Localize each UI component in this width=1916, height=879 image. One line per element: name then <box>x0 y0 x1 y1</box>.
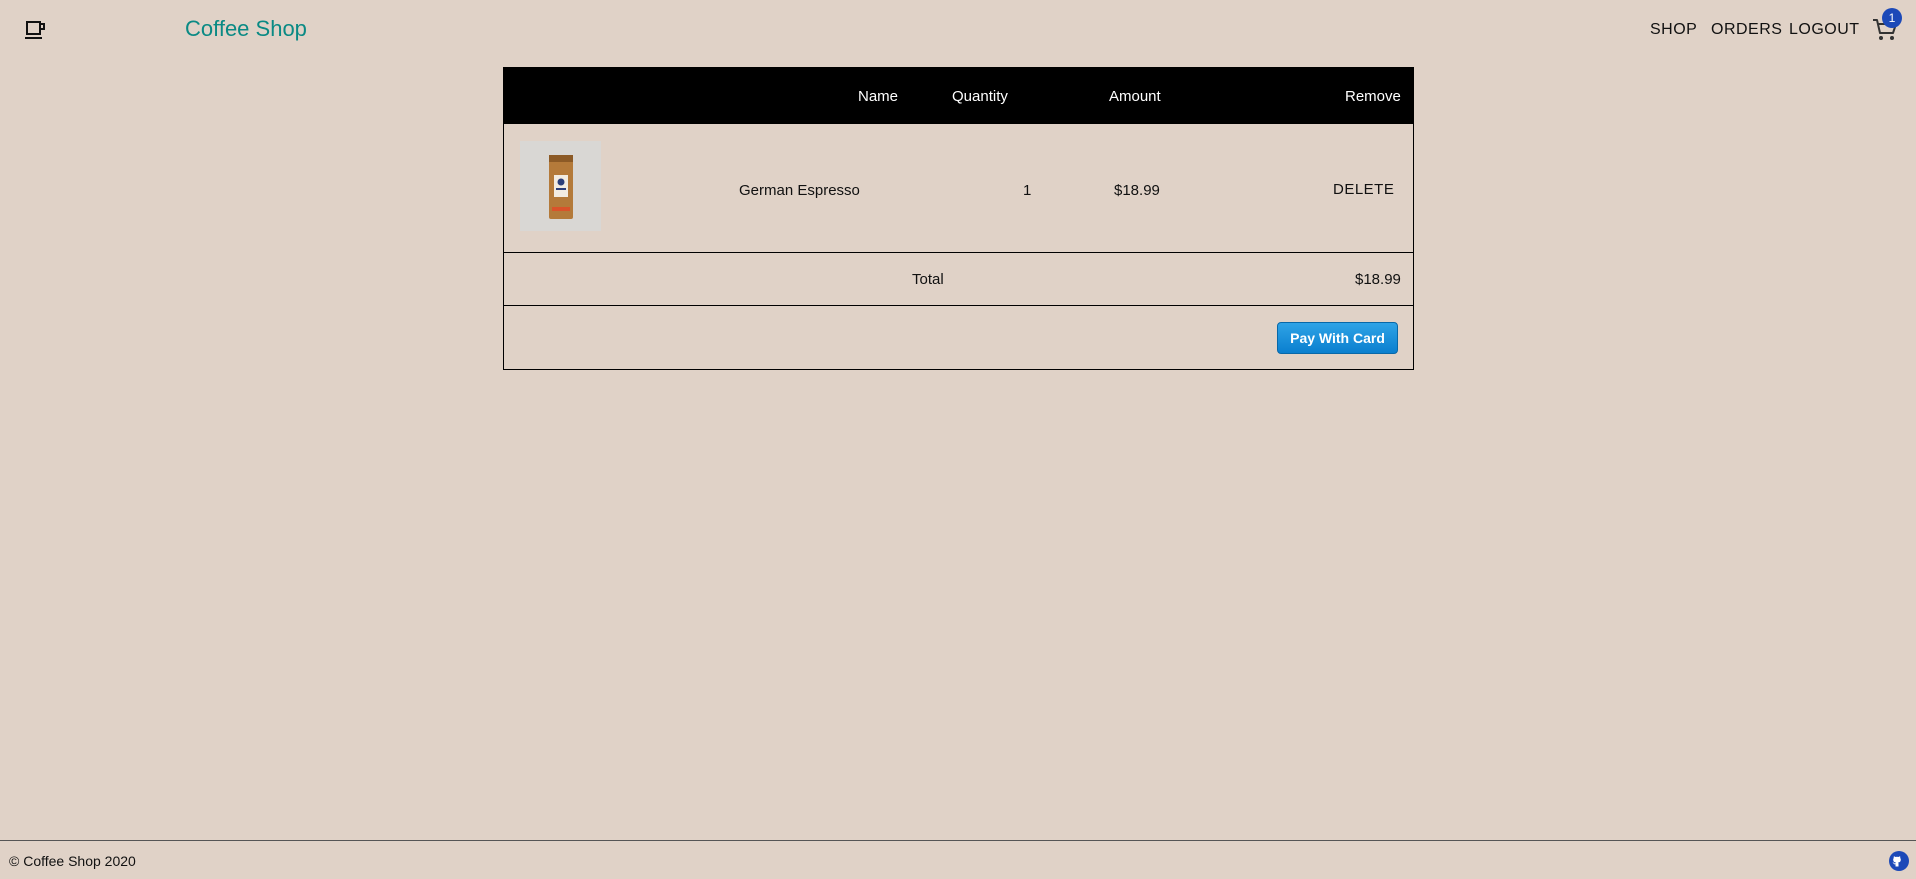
delete-item-button[interactable]: DELETE <box>1333 181 1394 198</box>
cart-item-row: German Espresso 1 $18.99 DELETE <box>504 68 1413 264</box>
total-label: Total <box>912 271 944 288</box>
total-value: $18.99 <box>1355 271 1401 288</box>
copyright-text: © Coffee Shop 2020 <box>9 853 136 869</box>
cart-table: Name Quantity Amount Remove German Espre… <box>503 67 1414 370</box>
brand-title[interactable]: Coffee Shop <box>185 16 307 42</box>
github-icon[interactable] <box>1889 851 1909 871</box>
row-divider <box>504 305 1413 306</box>
item-amount: $18.99 <box>1114 182 1160 199</box>
coffee-cup-icon[interactable] <box>24 19 46 41</box>
item-name: German Espresso <box>739 182 860 199</box>
item-quantity: 1 <box>1023 182 1032 199</box>
nav-shop-link[interactable]: SHOP <box>1650 21 1697 39</box>
product-thumbnail <box>520 141 601 231</box>
row-divider <box>504 252 1413 253</box>
cart-count-badge: 1 <box>1882 8 1902 28</box>
coffee-bag-icon <box>549 155 573 219</box>
pay-with-card-button[interactable]: Pay With Card <box>1277 322 1398 354</box>
nav-orders-link[interactable]: ORDERS <box>1711 21 1782 39</box>
nav-logout-link[interactable]: LOGOUT <box>1789 21 1860 39</box>
footer: © Coffee Shop 2020 <box>0 840 1916 879</box>
top-navbar: Coffee Shop SHOP ORDERS LOGOUT 1 <box>0 0 1916 58</box>
